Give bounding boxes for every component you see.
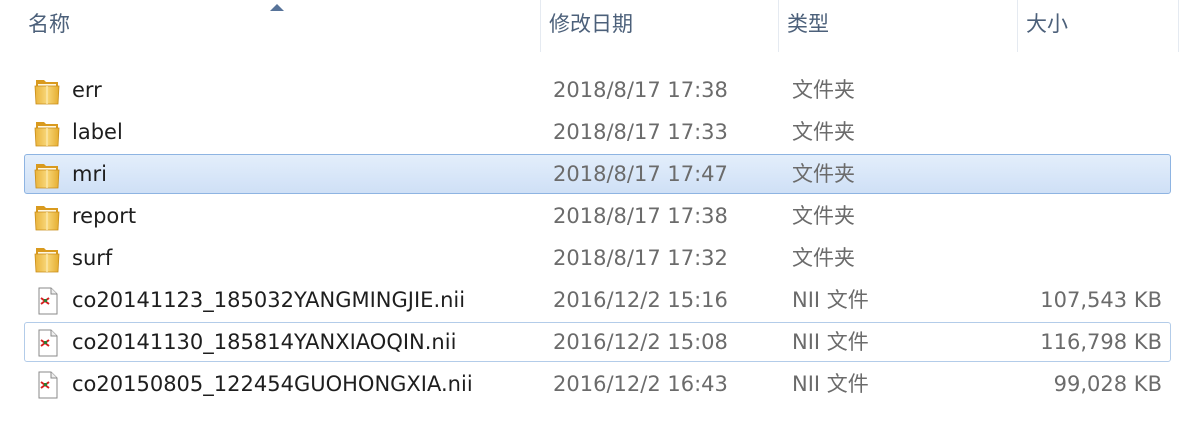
file-type: NII 文件 bbox=[792, 330, 869, 354]
folder-icon bbox=[34, 244, 60, 274]
nii-file-icon bbox=[34, 286, 60, 316]
file-name: co20141123_185032YANGMINGJIE.nii bbox=[72, 288, 466, 312]
file-row-report[interactable]: report 2018/8/17 17:38 文件夹 bbox=[24, 196, 1171, 236]
file-name: label bbox=[72, 120, 123, 144]
file-explorer-list: 名称 修改日期 类型 大小 err 2018/8/17 17:38 文件夹 la… bbox=[0, 0, 1195, 431]
column-header-size-label: 大小 bbox=[1026, 12, 1068, 36]
file-type: 文件夹 bbox=[792, 246, 855, 270]
column-header-type[interactable]: 类型 bbox=[779, 0, 1017, 52]
file-type: NII 文件 bbox=[792, 372, 869, 396]
file-row-nii[interactable]: co20150805_122454GUOHONGXIA.nii 2016/12/… bbox=[24, 364, 1171, 404]
file-type: 文件夹 bbox=[792, 120, 855, 144]
nii-file-icon bbox=[34, 328, 60, 358]
file-name: report bbox=[72, 204, 137, 228]
file-type: 文件夹 bbox=[792, 78, 855, 102]
folder-icon bbox=[34, 160, 60, 190]
file-date: 2016/12/2 16:43 bbox=[553, 372, 728, 396]
file-name: err bbox=[72, 78, 102, 102]
file-type: 文件夹 bbox=[792, 162, 855, 186]
column-header-date-label: 修改日期 bbox=[549, 12, 633, 36]
file-row-label[interactable]: label 2018/8/17 17:33 文件夹 bbox=[24, 112, 1171, 152]
column-header-type-label: 类型 bbox=[787, 12, 829, 36]
file-type: NII 文件 bbox=[792, 288, 869, 312]
column-header-date[interactable]: 修改日期 bbox=[541, 0, 778, 52]
file-size: 116,798 KB bbox=[1040, 330, 1162, 354]
file-date: 2018/8/17 17:33 bbox=[553, 120, 728, 144]
file-row-mri[interactable]: mri 2018/8/17 17:47 文件夹 bbox=[24, 154, 1171, 194]
file-row-nii[interactable]: co20141123_185032YANGMINGJIE.nii 2016/12… bbox=[24, 280, 1171, 320]
column-divider[interactable] bbox=[1178, 0, 1179, 52]
file-date: 2018/8/17 17:32 bbox=[553, 246, 728, 270]
file-date: 2018/8/17 17:47 bbox=[553, 162, 728, 186]
nii-file-icon bbox=[34, 370, 60, 400]
file-name: co20141130_185814YANXIAOQIN.nii bbox=[72, 330, 457, 354]
sort-ascending-icon bbox=[270, 4, 284, 11]
column-header-name-label: 名称 bbox=[28, 12, 70, 36]
folder-icon bbox=[34, 202, 60, 232]
file-size: 99,028 KB bbox=[1053, 372, 1162, 396]
file-name: surf bbox=[72, 246, 113, 270]
file-type: 文件夹 bbox=[792, 204, 855, 228]
folder-icon bbox=[34, 76, 60, 106]
file-date: 2018/8/17 17:38 bbox=[553, 78, 728, 102]
folder-icon bbox=[34, 118, 60, 148]
file-row-surf[interactable]: surf 2018/8/17 17:32 文件夹 bbox=[24, 238, 1171, 278]
file-date: 2016/12/2 15:16 bbox=[553, 288, 728, 312]
column-header-size[interactable]: 大小 bbox=[1018, 0, 1178, 52]
file-date: 2016/12/2 15:08 bbox=[553, 330, 728, 354]
file-date: 2018/8/17 17:38 bbox=[553, 204, 728, 228]
file-row-err[interactable]: err 2018/8/17 17:38 文件夹 bbox=[24, 70, 1171, 110]
file-row-nii[interactable]: co20141130_185814YANXIAOQIN.nii 2016/12/… bbox=[24, 322, 1171, 362]
file-name: mri bbox=[72, 162, 107, 186]
file-size: 107,543 KB bbox=[1040, 288, 1162, 312]
column-header-bar: 名称 修改日期 类型 大小 bbox=[0, 0, 1195, 52]
file-name: co20150805_122454GUOHONGXIA.nii bbox=[72, 372, 473, 396]
